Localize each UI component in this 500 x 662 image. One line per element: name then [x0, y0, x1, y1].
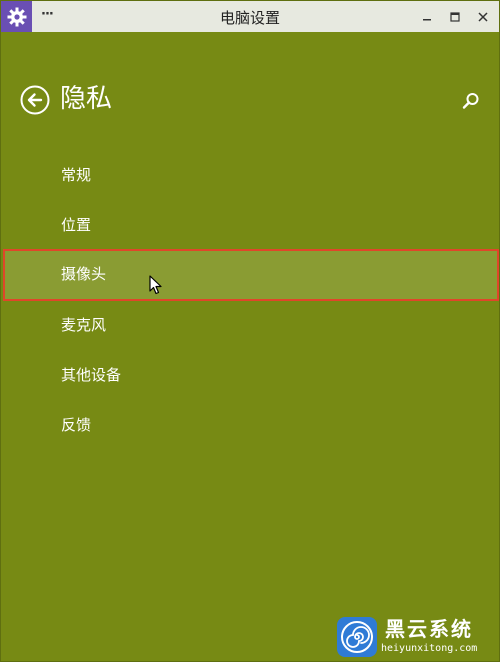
back-arrow-circle-icon [20, 85, 50, 115]
maximize-button[interactable] [441, 1, 469, 32]
minimize-button[interactable] [413, 1, 441, 32]
nav-item-microphone[interactable]: 麦克风 [3, 302, 499, 348]
close-button[interactable] [469, 1, 497, 32]
settings-window: ··· 电脑设置 隐私 常规 位置 摄像头 麦克风 其他设备 反馈 黑云系统 h… [0, 0, 500, 662]
mouse-cursor-icon [149, 275, 162, 295]
nav-item-location[interactable]: 位置 [3, 202, 499, 248]
nav-item-label: 反馈 [61, 416, 92, 434]
minimize-icon [423, 18, 431, 20]
page-title: 隐私 [60, 84, 113, 114]
title-bar: ··· 电脑设置 [1, 1, 499, 32]
nav-item-other-devices[interactable]: 其他设备 [3, 352, 499, 398]
search-icon [462, 93, 479, 109]
nav-item-label: 麦克风 [61, 316, 107, 334]
watermark: 黑云系统 heiyunxitong.com [337, 617, 497, 661]
back-button[interactable] [20, 85, 50, 115]
nav-item-feedback[interactable]: 反馈 [3, 402, 499, 448]
nav-item-label: 位置 [61, 216, 92, 234]
nav-item-general[interactable]: 常规 [3, 152, 499, 198]
watermark-url: heiyunxitong.com [381, 643, 478, 654]
nav-item-label: 常规 [61, 166, 92, 184]
maximize-icon [450, 11, 460, 22]
nav-item-label: 摄像头 [61, 265, 107, 283]
close-icon [478, 11, 488, 22]
watermark-name: 黑云系统 [385, 617, 473, 641]
search-button[interactable] [461, 91, 481, 111]
spiral-logo-icon [337, 617, 377, 657]
nav-item-label: 其他设备 [61, 366, 122, 384]
nav-item-camera[interactable]: 摄像头 [3, 249, 499, 301]
